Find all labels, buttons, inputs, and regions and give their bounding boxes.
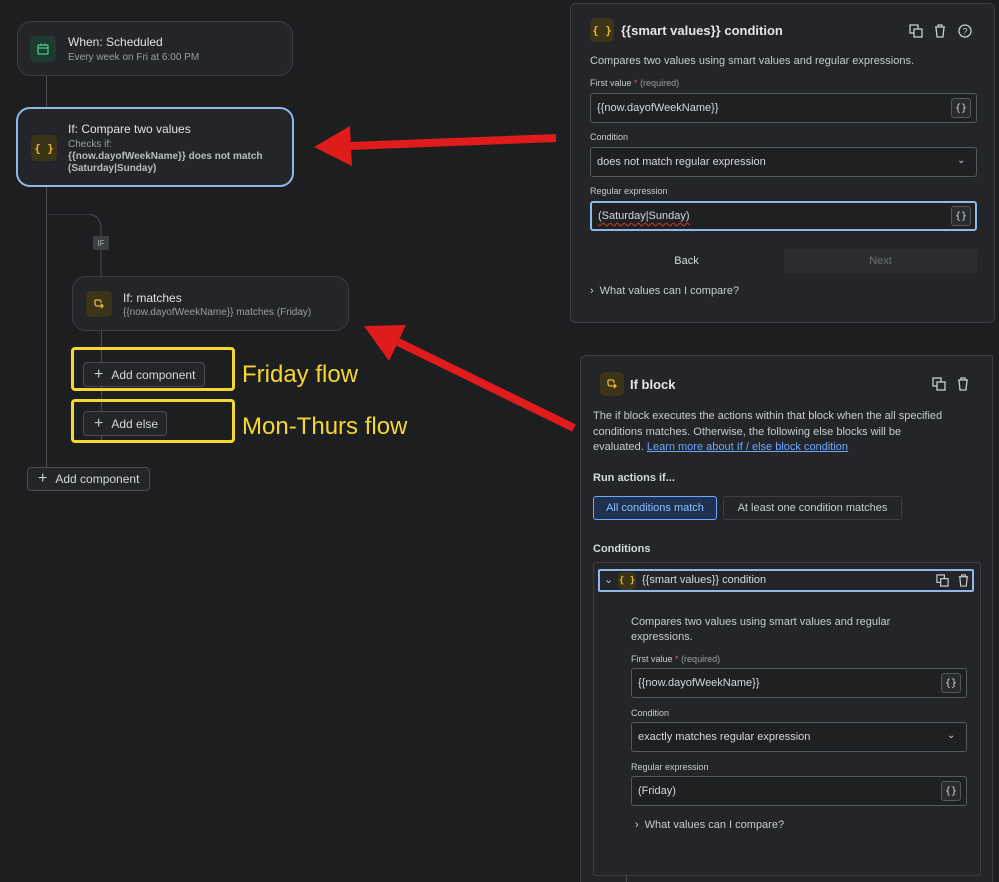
chevron-down-icon: ⌄ <box>604 574 614 586</box>
first-value-input[interactable]: {{now.dayofWeekName}} <box>590 93 977 123</box>
condition-title: {{smart values}} condition <box>642 574 767 586</box>
duplicate-icon[interactable] <box>932 377 946 391</box>
smart-value-button[interactable]: {} <box>941 781 961 801</box>
back-button[interactable]: Back <box>590 249 783 273</box>
panel-title: {{smart values}} condition <box>621 23 783 38</box>
curly-braces-icon: { } <box>618 572 636 590</box>
cond-desc-line2: expressions. <box>631 631 693 643</box>
smart-values-panel: { } {{smart values}} condition ? Compare… <box>570 3 995 323</box>
chevron-down-icon: ⌄ <box>947 730 956 741</box>
regex-label: Regular expression <box>631 762 709 772</box>
condition-select[interactable]: exactly matches regular expression <box>631 722 967 752</box>
svg-text:?: ? <box>962 27 967 37</box>
chevron-right-icon: › <box>590 285 594 297</box>
trash-icon[interactable] <box>957 574 970 587</box>
if-block-panel: If block The if block executes the actio… <box>580 355 993 882</box>
regex-label: Regular expression <box>590 186 668 196</box>
if-desc-line3: evaluated. Learn more about If / else bl… <box>593 441 849 453</box>
all-conditions-button[interactable]: All conditions match <box>593 496 717 520</box>
at-least-one-button[interactable]: At least one condition matches <box>723 496 902 520</box>
panel-connector <box>626 875 627 882</box>
condition-item: ⌄ { } {{smart values}} condition Compare… <box>593 562 981 876</box>
trash-icon[interactable] <box>956 377 970 391</box>
smart-value-button[interactable]: {} <box>951 98 971 118</box>
regex-input[interactable]: (Friday) <box>631 776 967 806</box>
run-actions-label: Run actions if... <box>593 472 675 484</box>
smart-value-button[interactable]: {} <box>941 673 961 693</box>
duplicate-icon[interactable] <box>909 24 923 38</box>
conditions-label: Conditions <box>593 543 651 555</box>
chevron-down-icon: ⌄ <box>957 155 966 166</box>
regex-input[interactable]: (Saturday|Sunday) <box>590 201 977 231</box>
panel-description: Compares two values using smart values a… <box>590 55 915 67</box>
next-button[interactable]: Next <box>784 249 977 273</box>
first-value-label: First value * (required) <box>590 78 680 88</box>
branch-icon <box>600 372 624 396</box>
condition-label: Condition <box>631 708 670 718</box>
condition-header[interactable]: ⌄ { } {{smart values}} condition <box>598 569 974 592</box>
curly-braces-icon: { } <box>590 18 614 42</box>
first-value-input[interactable]: {{now.dayofWeekName}} <box>631 668 967 698</box>
cond-desc-line1: Compares two values using smart values a… <box>631 616 891 628</box>
arrow-to-compare <box>349 134 557 150</box>
trash-icon[interactable] <box>933 24 947 38</box>
help-icon[interactable]: ? <box>958 24 972 38</box>
arrow-head-compare <box>314 126 352 166</box>
condition-label: Condition <box>590 132 629 142</box>
learn-more-link[interactable]: Learn more about If / else block conditi… <box>647 441 848 453</box>
if-desc-line2: conditions matches. Otherwise, the follo… <box>593 426 902 438</box>
if-block-title: If block <box>630 377 676 392</box>
duplicate-icon[interactable] <box>936 574 949 587</box>
first-value-label: First value * (required) <box>631 654 721 664</box>
arrow-to-matches <box>396 338 576 432</box>
smart-value-button[interactable]: {} <box>951 206 971 226</box>
condition-select[interactable]: does not match regular expression <box>590 147 977 177</box>
chevron-right-icon: › <box>635 819 639 831</box>
help-expander[interactable]: › What values can I compare? <box>590 285 739 297</box>
help-expander[interactable]: › What values can I compare? <box>635 819 784 831</box>
if-desc-line1: The if block executes the actions within… <box>593 410 943 422</box>
